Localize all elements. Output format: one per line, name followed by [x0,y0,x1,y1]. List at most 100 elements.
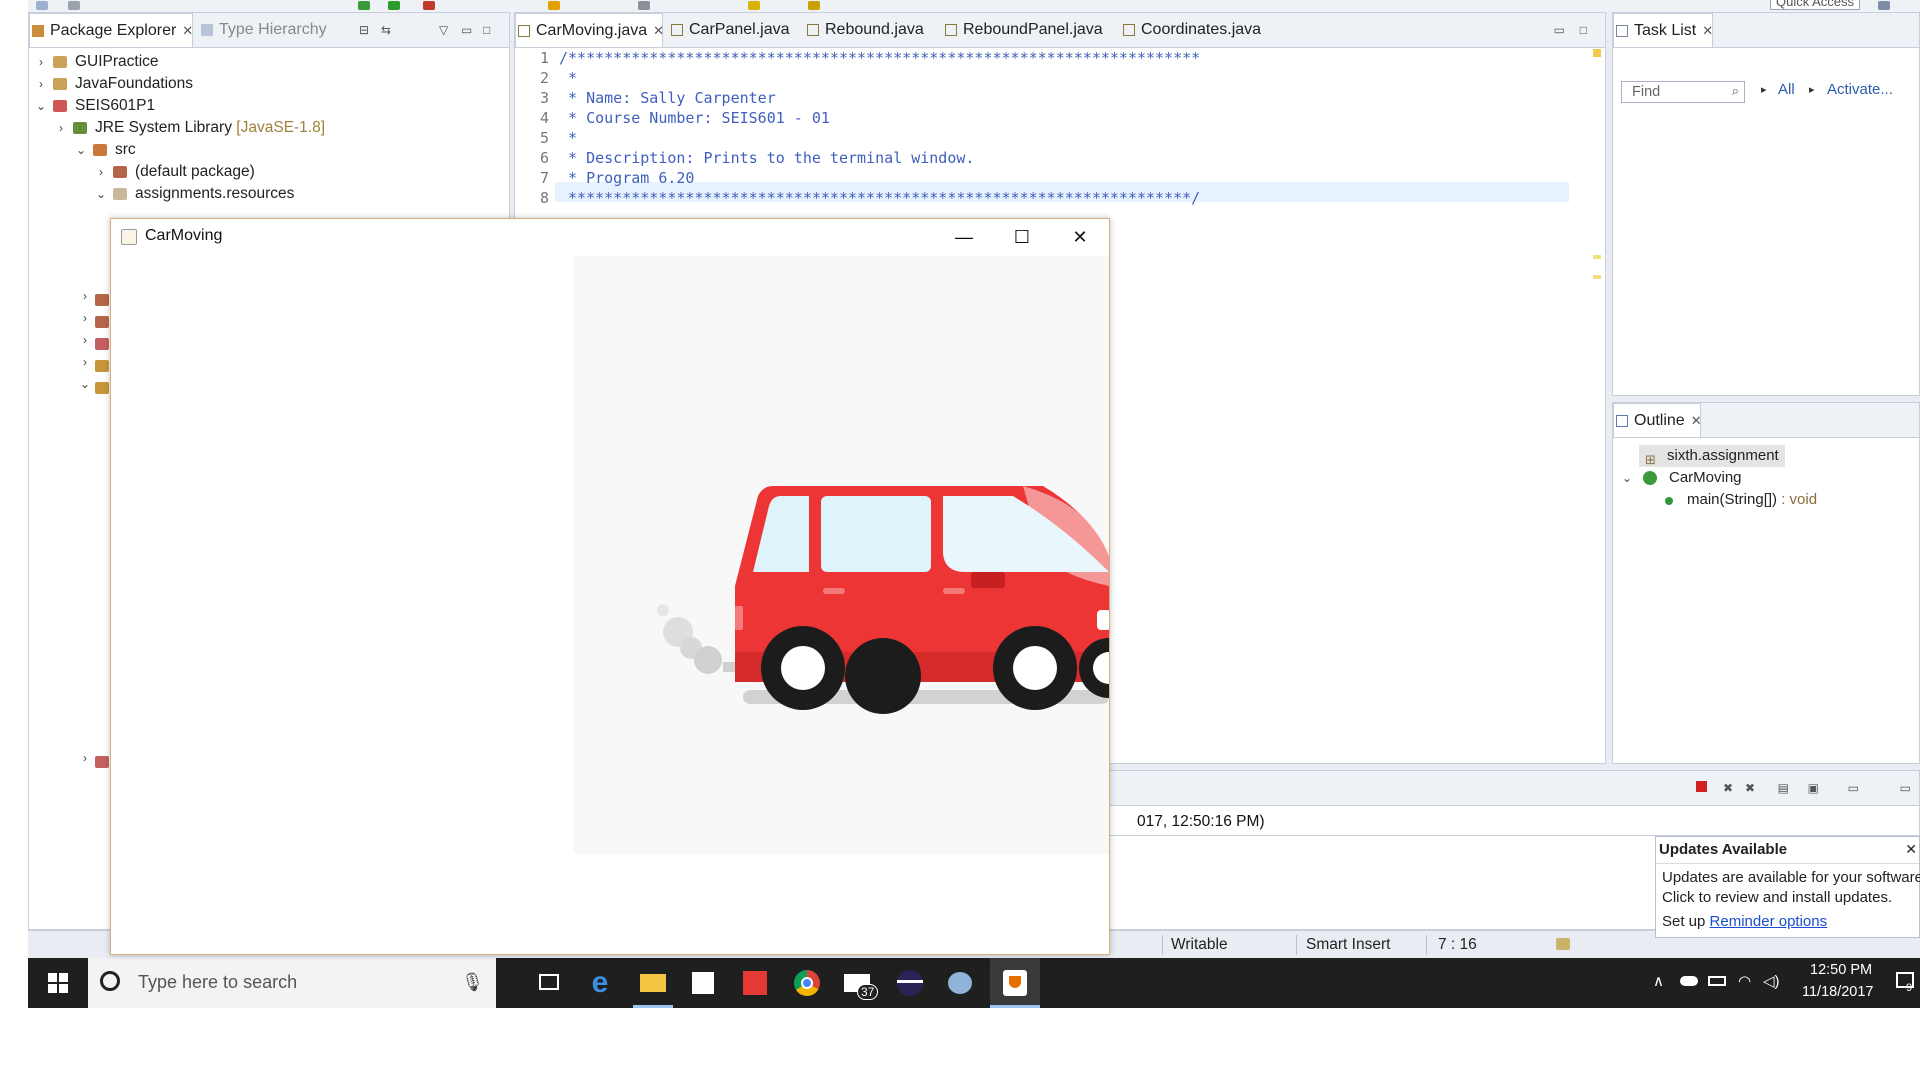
remove-launch-icon[interactable]: ✖ [1723,781,1733,795]
close-icon[interactable]: ✕ [182,23,193,38]
car-image [657,486,1109,714]
start-button[interactable] [28,958,88,1008]
search-icon[interactable] [638,1,650,10]
close-icon[interactable]: ✕ [653,23,664,38]
tab-carpanel-java[interactable]: CarPanel.java [669,13,790,47]
tab-carmoving-java[interactable]: CarMoving.java ✕ [515,13,664,47]
notification-line: Click to review and install updates. [1662,889,1893,906]
next-annotation-icon[interactable] [748,1,760,10]
minimize-icon[interactable]: ▭ [1554,23,1565,37]
status-separator [1162,935,1163,955]
outline-icon [1616,415,1628,427]
back-icon[interactable] [808,1,820,10]
task-activate-link[interactable]: Activate... [1827,81,1893,98]
link-editor-icon[interactable]: ⇆ [381,23,391,37]
maximize-icon[interactable]: □ [1580,23,1587,37]
tab-type-hierarchy[interactable]: Type Hierarchy [199,13,327,47]
outline-package[interactable]: ⊞ sixth.assignment [1639,445,1785,467]
package-icon [95,316,109,328]
maximize-icon[interactable]: □ [483,23,490,37]
display-console-icon[interactable]: ▭ [1848,781,1859,795]
line-number: 1 [539,49,549,67]
close-button[interactable]: ✕ [1051,219,1109,255]
terminate-icon[interactable] [1696,781,1707,792]
chevron-right-icon[interactable]: › [35,51,47,73]
chrome-icon[interactable] [790,966,824,1000]
overview-marker[interactable] [1593,275,1601,279]
scroll-lock-icon[interactable]: ▤ [1778,781,1789,795]
chevron-down-icon[interactable]: ⌄ [75,139,87,161]
view-menu-icon[interactable]: ▽ [439,23,448,37]
progress-icon[interactable] [1556,938,1570,950]
save-icon[interactable] [68,1,80,10]
chevron-down-icon[interactable]: ⌄ [35,95,47,117]
open-type-icon[interactable] [548,1,560,10]
gift-app-icon[interactable] [738,966,772,1000]
status-insert-mode[interactable]: Smart Insert [1306,931,1390,959]
reminder-options-link[interactable]: Reminder options [1710,913,1828,930]
eclipse-icon[interactable] [893,966,927,1000]
tab-outline[interactable]: Outline ✕ [1613,403,1702,437]
chevron-right-icon[interactable]: › [79,333,91,347]
new-icon[interactable] [36,1,48,10]
notification-title: Updates Available [1656,837,1919,864]
edge-icon[interactable]: e [583,966,617,1000]
overview-marker[interactable] [1593,255,1601,259]
debug-icon[interactable] [358,1,370,10]
chevron-up-icon[interactable]: ∧ [1653,972,1664,990]
clock-time[interactable]: 12:50 PM [1810,962,1872,978]
chevron-right-icon[interactable]: › [55,117,67,139]
chevron-down-icon[interactable]: ⌄ [95,183,107,205]
chevron-down-icon[interactable]: ⌄ [79,377,91,391]
chevron-right-icon[interactable]: › [35,73,47,95]
updates-notification[interactable]: Updates Available ✕ Updates are availabl… [1655,836,1920,938]
task-find-input[interactable]: Find ⌕ [1621,81,1745,103]
chevron-right-icon[interactable]: › [79,355,91,369]
volume-icon[interactable]: ◁) [1763,972,1780,990]
chevron-right-icon[interactable]: › [79,289,91,303]
perspective-icon[interactable] [1878,1,1890,10]
microphone-icon[interactable]: 🎙 [461,972,484,993]
chevron-right-icon[interactable]: › [79,751,91,765]
source-folder-icon [93,144,107,156]
chevron-right-icon[interactable]: › [95,161,107,183]
task-filter-all[interactable]: All [1778,81,1795,98]
close-icon[interactable]: ✕ [1691,413,1702,428]
battery-icon[interactable] [1708,976,1726,986]
tab-reboundpanel-java[interactable]: ReboundPanel.java [943,13,1103,47]
run-icon[interactable] [388,1,400,10]
chevron-down-icon[interactable]: ⌄ [1621,467,1633,489]
mail-icon[interactable]: 37 [841,966,879,1000]
close-icon[interactable]: ✕ [1905,841,1917,858]
window-titlebar[interactable]: CarMoving — ☐ ✕ [111,219,1109,255]
minimize-icon[interactable]: ▭ [1900,781,1911,795]
windows-logo-icon [48,973,68,993]
tab-rebound-java[interactable]: Rebound.java [805,13,924,47]
java-app-icon[interactable] [990,958,1040,1008]
file-explorer-icon[interactable] [636,966,670,1000]
wifi-icon[interactable]: ◠ [1738,972,1751,990]
minimize-button[interactable]: — [935,219,993,255]
tab-task-list[interactable]: Task List ✕ [1613,13,1713,47]
pin-console-icon[interactable]: ▣ [1808,781,1819,795]
minimize-icon[interactable]: ▭ [461,23,472,37]
maximize-button[interactable]: ☐ [993,219,1051,255]
close-icon[interactable]: ✕ [1702,23,1713,38]
quick-access-input[interactable]: Quick Access [1770,0,1860,10]
status-cursor-position: 7 : 16 [1438,936,1477,953]
tab-package-explorer[interactable]: Package Explorer ✕ [29,13,193,47]
onedrive-icon[interactable] [1680,976,1698,986]
overview-marker[interactable] [1593,49,1601,57]
remove-all-icon[interactable]: ✖ [1745,781,1755,795]
carmoving-window[interactable]: CarMoving — ☐ ✕ [110,218,1110,955]
store-icon[interactable] [686,966,720,1000]
triangle-right-icon: ▸ [1761,84,1767,96]
paint-icon[interactable] [944,966,978,1000]
clock-date[interactable]: 11/18/2017 [1802,984,1874,1000]
external-tools-icon[interactable] [423,1,435,10]
tab-coordinates-java[interactable]: Coordinates.java [1121,13,1261,47]
task-view-icon[interactable] [533,966,567,1000]
collapse-all-icon[interactable]: ⊟ [359,23,369,37]
taskbar-search-box[interactable]: Type here to search 🎙 [88,958,496,1008]
chevron-right-icon[interactable]: › [79,311,91,325]
